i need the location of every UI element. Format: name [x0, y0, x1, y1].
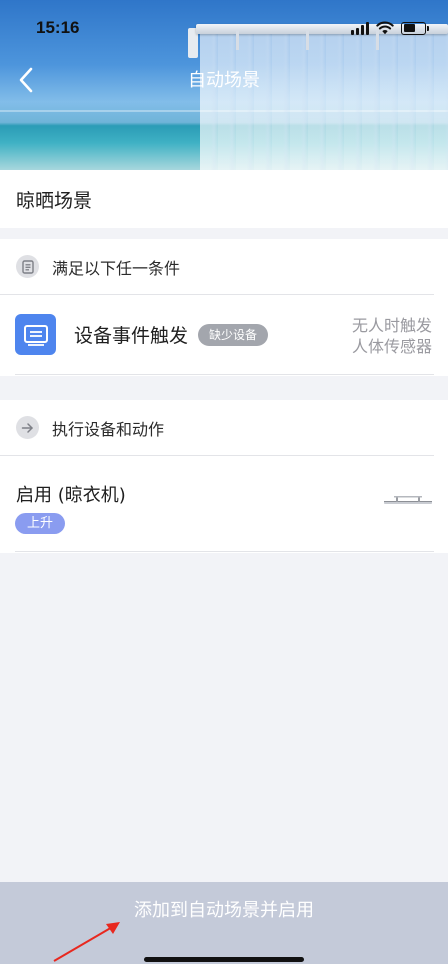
- document-icon: [16, 255, 39, 278]
- conditions-header: 满足以下任一条件: [0, 239, 434, 295]
- page-title: 自动场景: [188, 70, 260, 91]
- action-tag: 上升: [15, 513, 66, 534]
- actions-heading: 执行设备和动作: [52, 419, 165, 439]
- status-bar: 15:16: [0, 0, 448, 58]
- arrow-right-icon: [16, 416, 39, 439]
- condition-title: 设备事件触发: [74, 325, 189, 347]
- conditions-heading: 满足以下任一条件: [52, 258, 181, 278]
- status-time: 15:16: [36, 18, 80, 37]
- actions-header: 执行设备和动作: [0, 400, 434, 456]
- cellular-signal-icon: [351, 21, 369, 35]
- scene-name-text: 晾晒场景: [16, 189, 93, 212]
- scene-name-field[interactable]: 晾晒场景: [0, 170, 448, 228]
- device-screen-icon: [15, 314, 56, 355]
- battery-icon: [401, 21, 429, 35]
- conditions-section: 满足以下任一条件 设备事件触发 缺少设备 无人时触发 人体传感器: [0, 239, 448, 376]
- condition-detail-trigger: 无人时触发: [351, 316, 432, 335]
- status-icons: [351, 20, 429, 36]
- home-indicator: [144, 957, 304, 962]
- action-title: 启用 (晾衣机): [16, 485, 126, 506]
- missing-device-badge: 缺少设备: [198, 323, 269, 346]
- clothes-hanger-device-icon: [384, 496, 432, 504]
- actions-section: 执行设备和动作 启用 (晾衣机) 上升: [0, 400, 448, 553]
- header-banner: 15:16 自动场景: [0, 0, 448, 170]
- condition-detail: 无人时触发 人体传感器: [352, 315, 432, 357]
- condition-detail-device: 人体传感器: [351, 337, 432, 356]
- wifi-icon: [376, 21, 394, 35]
- condition-item[interactable]: 设备事件触发 缺少设备 无人时触发 人体传感器: [15, 295, 434, 375]
- action-item[interactable]: 启用 (晾衣机) 上升: [15, 456, 434, 552]
- annotation-arrow-icon: [53, 922, 120, 962]
